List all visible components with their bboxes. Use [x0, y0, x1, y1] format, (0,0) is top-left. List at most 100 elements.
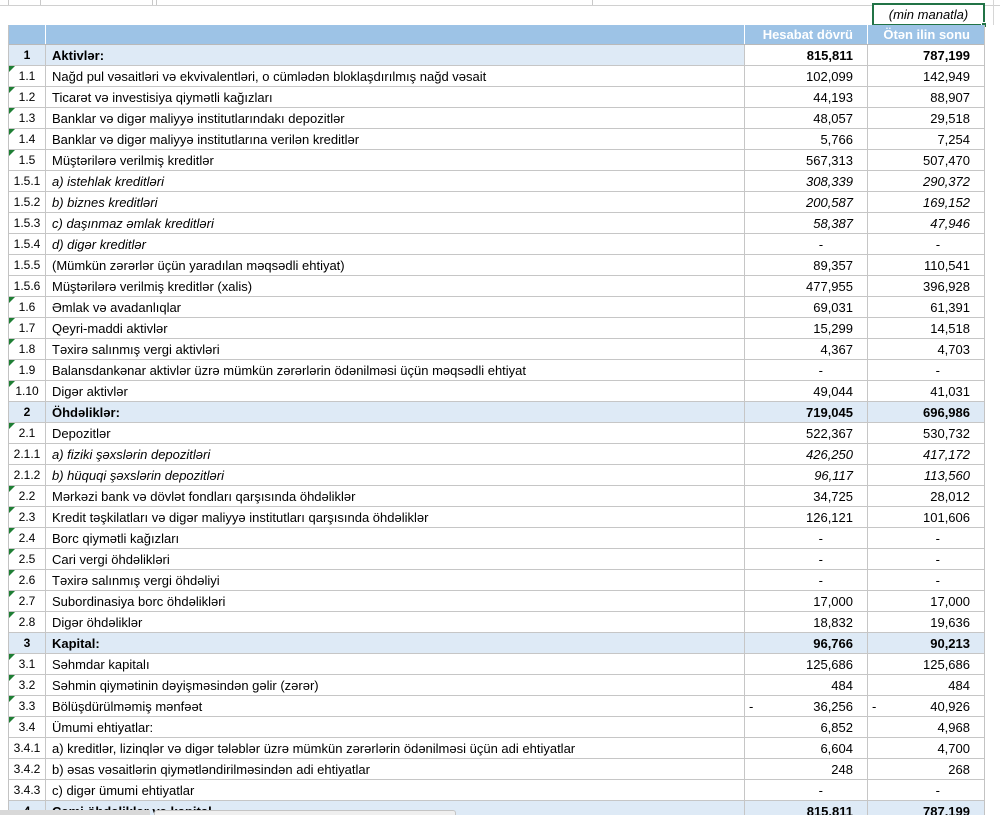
value-previous[interactable]: 41,031	[867, 381, 984, 401]
value-previous[interactable]: 787,199	[867, 45, 984, 65]
row-number[interactable]: 2.1	[9, 423, 45, 443]
row-label[interactable]: d) digər kreditlər	[45, 234, 744, 254]
value-previous[interactable]: 169,152	[867, 192, 984, 212]
value-previous[interactable]: -	[867, 549, 984, 569]
row-label[interactable]: Digər aktivlər	[45, 381, 744, 401]
row-number[interactable]: 2.1.1	[9, 444, 45, 464]
value-previous[interactable]: 125,686	[867, 654, 984, 674]
value-report[interactable]: -	[744, 780, 867, 800]
value-report[interactable]: 522,367	[744, 423, 867, 443]
row-label[interactable]: Ümumi ehtiyatlar:	[45, 717, 744, 737]
value-report[interactable]: 69,031	[744, 297, 867, 317]
value-report[interactable]: 48,057	[744, 108, 867, 128]
row-label[interactable]: a) kreditlər, lizinqlər və digər tələblə…	[45, 738, 744, 758]
row-number[interactable]: 1.1	[9, 66, 45, 86]
row-number[interactable]: 1.6	[9, 297, 45, 317]
row-label[interactable]: Təxirə salınmış vergi aktivləri	[45, 339, 744, 359]
row-number[interactable]: 2.1.2	[9, 465, 45, 485]
row-label[interactable]: Banklar və digər maliyyə institutlarında…	[45, 108, 744, 128]
row-label[interactable]: Aktivlər:	[45, 45, 744, 65]
value-report[interactable]: 815,811	[744, 801, 867, 815]
header-report-period[interactable]: Hesabat dövrü	[744, 25, 867, 44]
value-report[interactable]: 308,339	[744, 171, 867, 191]
value-previous[interactable]: 4,968	[867, 717, 984, 737]
row-label[interactable]: Təxirə salınmış vergi öhdəliyi	[45, 570, 744, 590]
row-label[interactable]: Subordinasiya borc öhdəlikləri	[45, 591, 744, 611]
row-number[interactable]: 1.5.5	[9, 255, 45, 275]
row-number[interactable]: 1.7	[9, 318, 45, 338]
value-report[interactable]: 248	[744, 759, 867, 779]
value-report[interactable]: 719,045	[744, 402, 867, 422]
row-number[interactable]: 1.2	[9, 87, 45, 107]
value-previous[interactable]: -	[867, 570, 984, 590]
row-label[interactable]: a) istehlak kreditləri	[45, 171, 744, 191]
row-label[interactable]: Digər öhdəliklər	[45, 612, 744, 632]
row-number[interactable]: 2.8	[9, 612, 45, 632]
row-label[interactable]: Cari vergi öhdəlikləri	[45, 549, 744, 569]
value-report[interactable]: 96,766	[744, 633, 867, 653]
row-number[interactable]: 3	[9, 633, 45, 653]
value-previous[interactable]: 28,012	[867, 486, 984, 506]
value-previous[interactable]: 396,928	[867, 276, 984, 296]
units-note-cell[interactable]: (min manatla)	[872, 3, 985, 26]
value-previous[interactable]: 88,907	[867, 87, 984, 107]
row-number[interactable]: 2.5	[9, 549, 45, 569]
row-label[interactable]: Ticarət və investisiya qiymətli kağızlar…	[45, 87, 744, 107]
row-label[interactable]: a) fiziki şəxslərin depozitləri	[45, 444, 744, 464]
value-previous[interactable]: -	[867, 360, 984, 380]
value-report[interactable]: 6,852	[744, 717, 867, 737]
value-report[interactable]: 477,955	[744, 276, 867, 296]
value-previous[interactable]: 484	[867, 675, 984, 695]
row-label[interactable]: Müştərilərə verilmiş kreditlər	[45, 150, 744, 170]
value-report[interactable]: 89,357	[744, 255, 867, 275]
row-number[interactable]: 2.7	[9, 591, 45, 611]
value-previous[interactable]: 90,213	[867, 633, 984, 653]
value-report[interactable]: -	[744, 549, 867, 569]
value-previous[interactable]: 530,732	[867, 423, 984, 443]
row-number[interactable]: 3.4.1	[9, 738, 45, 758]
row-number[interactable]: 1.5.1	[9, 171, 45, 191]
value-report[interactable]: -	[744, 528, 867, 548]
value-previous[interactable]: - 40,926	[867, 696, 984, 716]
value-report[interactable]: 484	[744, 675, 867, 695]
row-label[interactable]: b) əsas vəsaitlərin qiymətləndirilməsind…	[45, 759, 744, 779]
row-label[interactable]: Öhdəliklər:	[45, 402, 744, 422]
row-number[interactable]: 2.6	[9, 570, 45, 590]
row-label[interactable]: Mərkəzi bank və dövlət fondları qarşısın…	[45, 486, 744, 506]
row-number[interactable]: 3.1	[9, 654, 45, 674]
value-previous[interactable]: 19,636	[867, 612, 984, 632]
value-report[interactable]: 567,313	[744, 150, 867, 170]
row-label[interactable]: Depozitlər	[45, 423, 744, 443]
row-number[interactable]: 1.5.2	[9, 192, 45, 212]
value-report[interactable]: 125,686	[744, 654, 867, 674]
value-previous[interactable]: 110,541	[867, 255, 984, 275]
value-report[interactable]: 15,299	[744, 318, 867, 338]
row-number[interactable]: 1.10	[9, 381, 45, 401]
row-number[interactable]: 3.4.2	[9, 759, 45, 779]
value-previous[interactable]: 142,949	[867, 66, 984, 86]
value-report[interactable]: 96,117	[744, 465, 867, 485]
value-report[interactable]: 58,387	[744, 213, 867, 233]
row-label[interactable]: c) daşınmaz əmlak kreditləri	[45, 213, 744, 233]
row-label[interactable]: Kapital:	[45, 633, 744, 653]
row-number[interactable]: 1.5.6	[9, 276, 45, 296]
value-report[interactable]: 200,587	[744, 192, 867, 212]
row-number[interactable]: 1.5.4	[9, 234, 45, 254]
header-description-cell[interactable]	[45, 25, 744, 44]
value-report[interactable]: 4,367	[744, 339, 867, 359]
value-report[interactable]: 126,121	[744, 507, 867, 527]
value-report[interactable]: 34,725	[744, 486, 867, 506]
value-previous[interactable]: 696,986	[867, 402, 984, 422]
row-number[interactable]: 2.2	[9, 486, 45, 506]
value-report[interactable]: 5,766	[744, 129, 867, 149]
row-label[interactable]: Səhmdar kapitalı	[45, 654, 744, 674]
row-label[interactable]: Balansdankənar aktivlər üzrə mümkün zərə…	[45, 360, 744, 380]
header-previous-year[interactable]: Ötən ilin sonu	[867, 25, 984, 44]
value-previous[interactable]: 787,199	[867, 801, 984, 815]
row-label[interactable]: Banklar və digər maliyyə institutlarına …	[45, 129, 744, 149]
row-number[interactable]: 1.4	[9, 129, 45, 149]
value-report[interactable]: 49,044	[744, 381, 867, 401]
row-label[interactable]: Bölüşdürülməmiş mənfəət	[45, 696, 744, 716]
row-label[interactable]: Səhmin qiymətinin dəyişməsindən gəlir (z…	[45, 675, 744, 695]
row-label[interactable]: (Mümkün zərərlər üçün yaradılan məqsədli…	[45, 255, 744, 275]
